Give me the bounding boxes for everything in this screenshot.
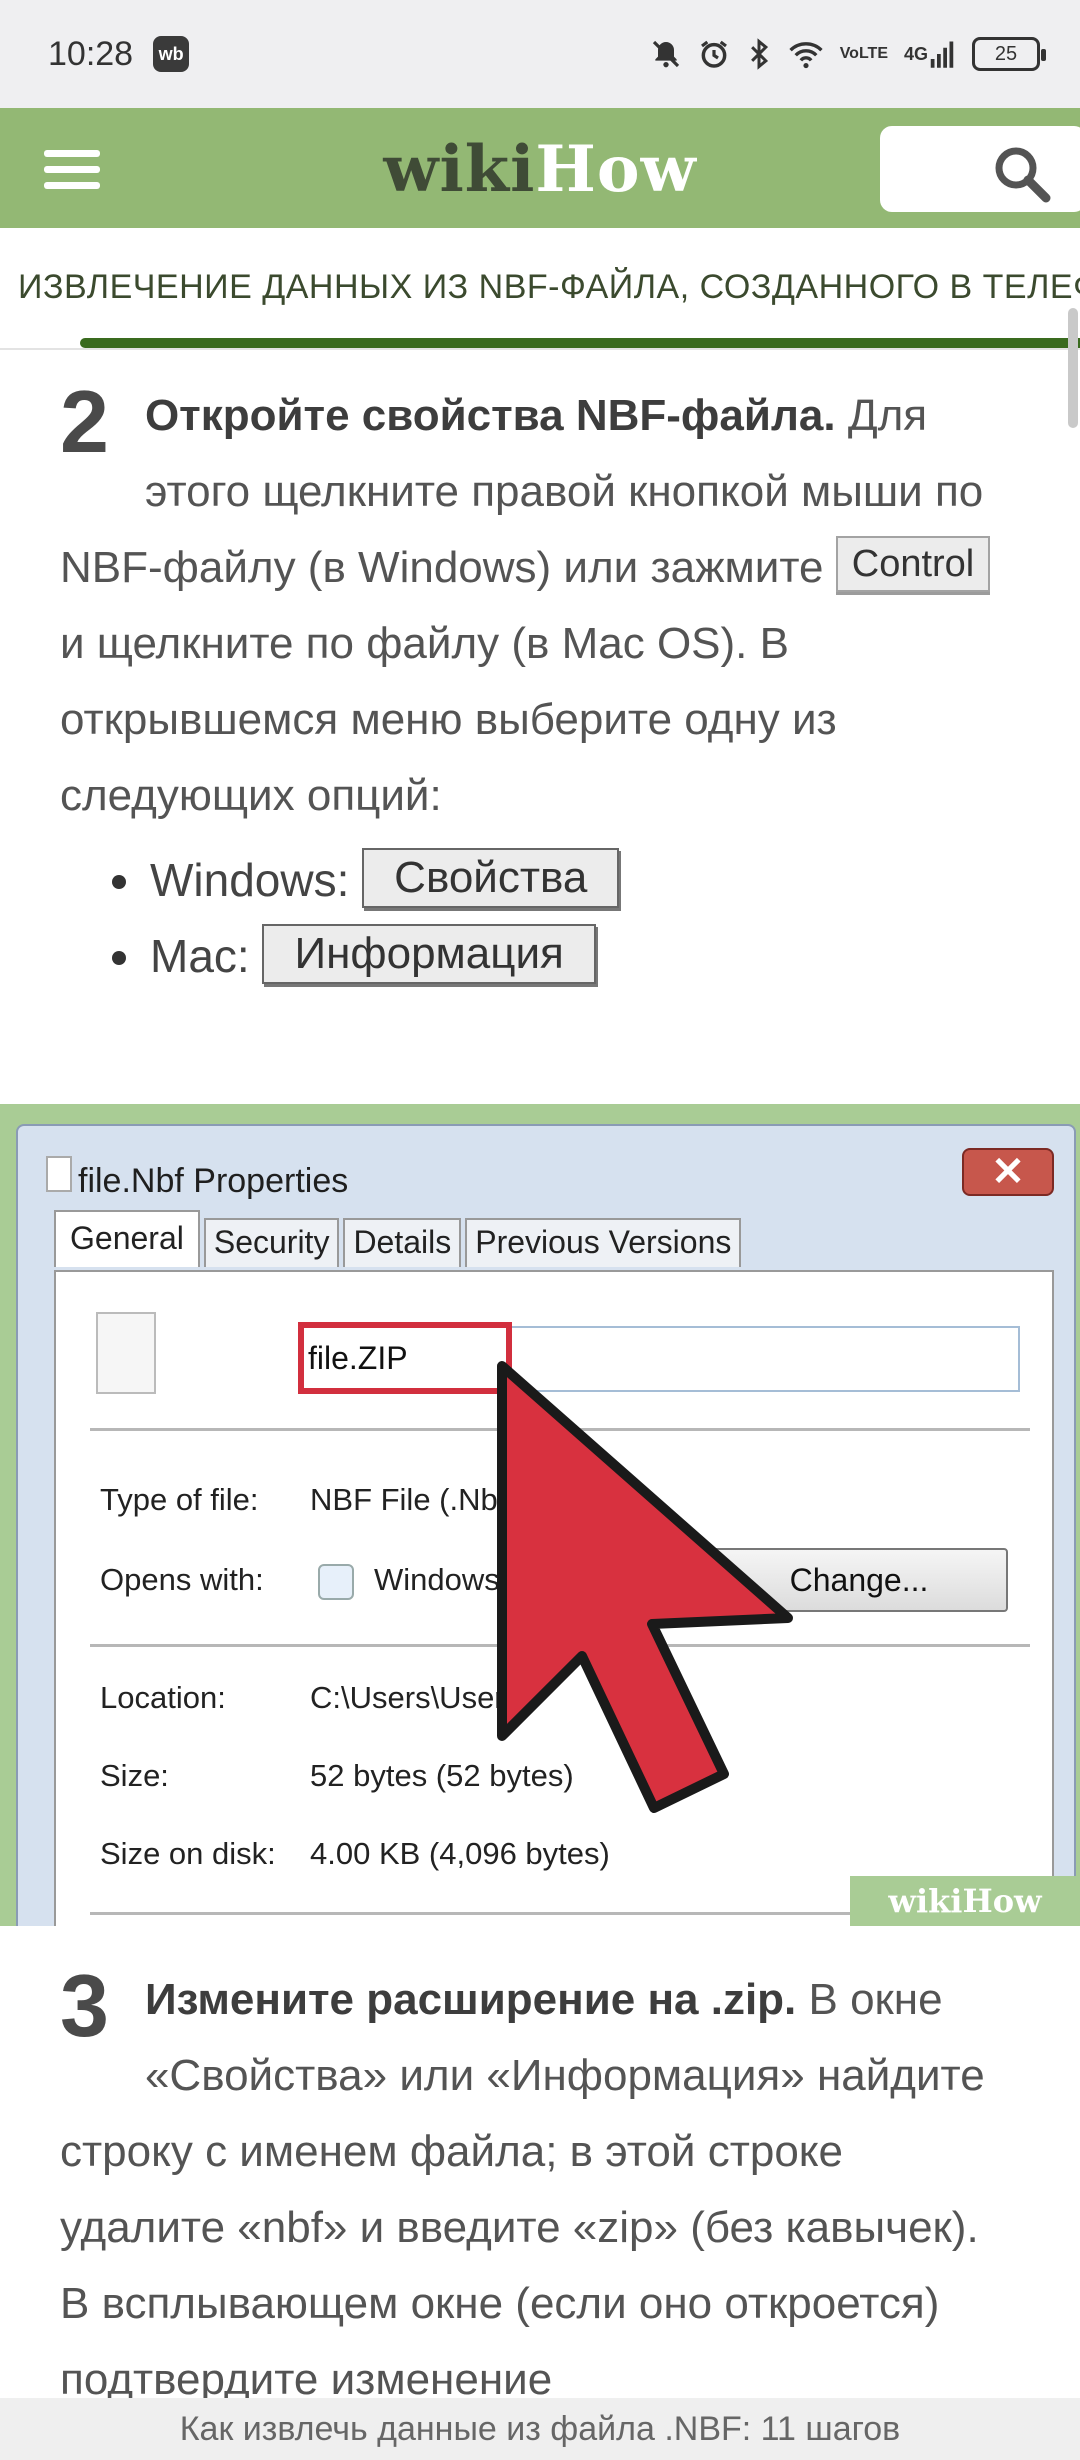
volte-bottom: LTE [858, 45, 888, 62]
step-2-heading: Откройте свойства NBF-файла. [144, 391, 836, 440]
options-list: Windows: Свойства Mac: Информация [60, 842, 1020, 994]
control-key: Control [835, 536, 991, 592]
info-button-image: Информация [262, 924, 596, 984]
mute-bell-icon [650, 38, 682, 70]
location-label: Location: [100, 1680, 226, 1715]
list-item: Mac: Информация [112, 918, 1020, 994]
status-time: 10:28 [48, 34, 134, 73]
logo-how: How [535, 132, 697, 207]
tab-previous-versions: Previous Versions [465, 1218, 742, 1267]
status-bar: 10:28 wb Vo LTE 4G 25 [0, 0, 1080, 108]
opens-with-label: Opens with: [100, 1562, 264, 1597]
article-title[interactable]: ИЗВЛЕЧЕНИЕ ДАННЫХ ИЗ NBF-ФАЙЛА, СОЗДАННО… [18, 268, 1080, 307]
volte-indicator: Vo LTE [840, 46, 888, 62]
option-label: Windows: [150, 854, 350, 906]
logo-wiki: wiki [383, 132, 536, 207]
page-title-caption: Как извлечь данные из файла .NBF: 11 шаг… [0, 2398, 1080, 2460]
site-header: wikiHow [0, 108, 1080, 228]
reading-progress-bar [80, 338, 1080, 348]
step-number: 2 [60, 372, 109, 471]
red-arrow-cursor-icon [497, 1361, 793, 1813]
size-on-disk-label: Size on disk: [100, 1836, 276, 1871]
step-3-heading: Измените расширение на .zip. [144, 1975, 797, 2024]
size-on-disk-value: 4.00 KB (4,096 bytes) [310, 1836, 610, 1871]
tab-details: Details [343, 1218, 462, 1267]
properties-tabs: General Security Details Previous Versio… [54, 1210, 742, 1267]
tab-general: General [54, 1210, 200, 1267]
location-value: C:\Users\User\ [310, 1680, 514, 1715]
opens-with-value: Windows [374, 1562, 500, 1597]
battery-icon: 25 [972, 37, 1046, 71]
network-type: 4G [903, 43, 928, 64]
highlight-box [298, 1322, 512, 1394]
window-title: file.Nbf Properties [78, 1162, 349, 1200]
app-icon [318, 1564, 354, 1600]
step-number: 3 [60, 1956, 109, 2055]
option-label: Mac: [150, 930, 250, 982]
article-title-bar: ИЗВЛЕЧЕНИЕ ДАННЫХ ИЗ NBF-ФАЙЛА, СОЗДАННО… [0, 228, 1080, 352]
type-label: Type of file: [100, 1482, 259, 1517]
close-icon: ✕ [962, 1148, 1054, 1196]
list-item: Windows: Свойства [112, 842, 1020, 918]
status-left: 10:28 wb [48, 34, 190, 74]
battery-level: 25 [994, 42, 1018, 65]
step-illustration[interactable]: file.Nbf Properties ✕ General Security D… [0, 1104, 1080, 1926]
step-3-text: В окне «Свойства» или «Информация» найди… [60, 1975, 985, 2404]
step-3: 3 Измените расширение на .zip. В окне «С… [60, 1958, 1020, 2418]
page-scrollbar[interactable] [1068, 308, 1078, 428]
search-box[interactable] [880, 126, 1080, 212]
size-label: Size: [100, 1758, 169, 1793]
volte-top: Vo [839, 45, 859, 62]
bluetooth-icon [746, 38, 772, 70]
wb-app-icon: wb [153, 36, 190, 72]
document-icon [96, 1312, 156, 1394]
status-right: Vo LTE 4G 25 [650, 37, 1046, 71]
wikihow-watermark: wikiHow [850, 1876, 1080, 1926]
type-value: NBF File (.Nbf) [310, 1482, 517, 1517]
step-2-text-b: и щелкните по файлу (в Mac OS). В открыв… [60, 619, 837, 820]
tab-security: Security [203, 1218, 340, 1267]
step-2: 2 Откройте свойства NBF-файла. Для этого… [60, 374, 1020, 994]
file-icon [46, 1156, 72, 1192]
wifi-icon [788, 38, 824, 70]
properties-button-image: Свойства [362, 848, 620, 908]
divider [0, 348, 1080, 350]
signal-icon: 4G [904, 39, 956, 69]
search-icon[interactable] [992, 144, 1052, 204]
alarm-icon [698, 38, 730, 70]
